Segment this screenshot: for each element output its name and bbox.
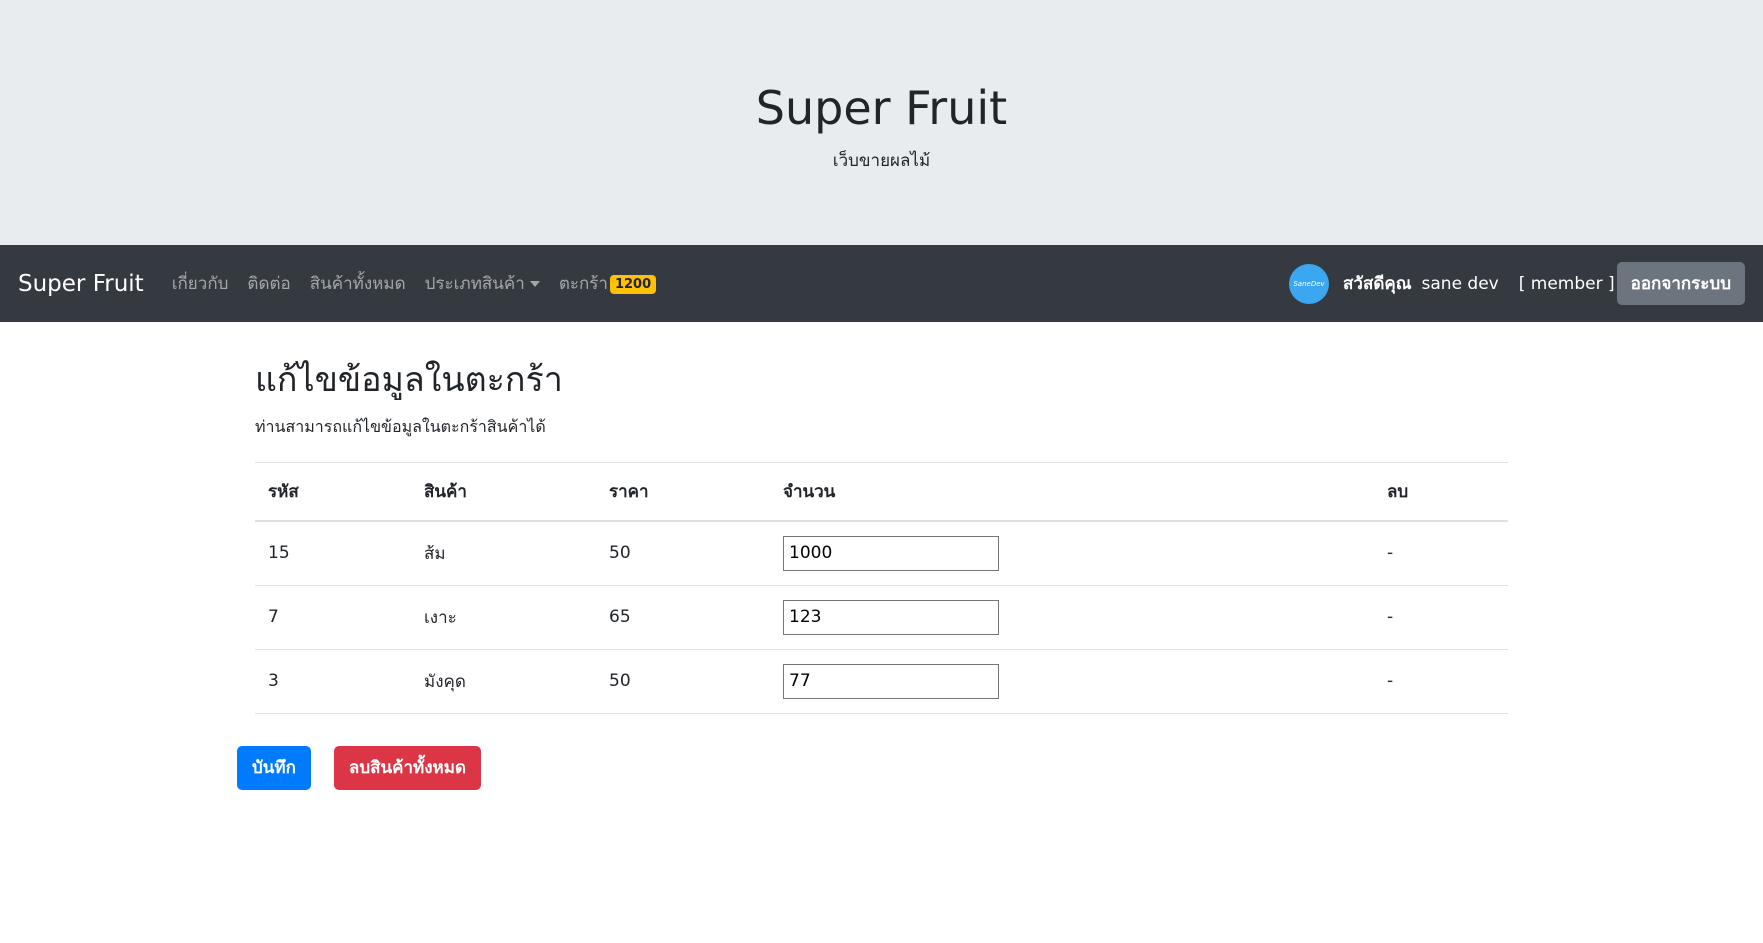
nav-dropdown-label: ประเภทสินค้า xyxy=(424,274,525,294)
nav-link-about[interactable]: เกี่ยวกับ xyxy=(172,270,229,297)
delete-link[interactable]: - xyxy=(1374,520,1508,586)
cell-product: เงาะ xyxy=(411,585,596,650)
column-header-quantity: จำนวน xyxy=(770,461,1374,522)
page-description: ท่านสามารถแก้ไขข้อมูลในตะกร้าสินค้าได้ xyxy=(255,416,546,436)
navbar: Super Fruit เกี่ยวกับ ติดต่อ สินค้าทั้งห… xyxy=(0,245,1763,322)
quantity-input[interactable] xyxy=(783,663,999,699)
save-button[interactable]: บันทึก xyxy=(237,745,311,790)
nav-link-all-products[interactable]: สินค้าทั้งหมด xyxy=(310,270,406,297)
nav-dropdown-categories[interactable]: ประเภทสินค้า xyxy=(425,270,540,297)
greeting: สวัสดีคุณ xyxy=(1343,274,1412,294)
cell-price: 50 xyxy=(596,649,770,714)
table-row: 7 เงาะ 65 - xyxy=(255,585,1508,650)
cell-id: 3 xyxy=(255,649,411,714)
site-subtitle: เว็บขายผลไม้ xyxy=(832,151,931,172)
cart-label: ตะกร้า xyxy=(558,274,608,294)
cell-product: ส้ม xyxy=(411,520,596,586)
delete-link[interactable]: - xyxy=(1374,585,1508,650)
cart-table: รหัส สินค้า ราคา จำนวน ลบ 15 ส้ม 50 - 7 … xyxy=(255,461,1508,714)
site-title: Super Fruit xyxy=(755,80,1008,135)
user-area: SaneDev สวัสดีคุณ sane dev [ member ] ออ… xyxy=(1289,245,1745,322)
quantity-input[interactable] xyxy=(783,599,999,635)
column-header-delete: ลบ xyxy=(1374,461,1508,522)
avatar: SaneDev xyxy=(1289,263,1330,304)
quantity-input[interactable] xyxy=(783,535,999,571)
table-header-row: รหัส สินค้า ราคา จำนวน ลบ xyxy=(255,461,1508,522)
main-content: แก้ไขข้อมูลในตะกร้า ท่านสามารถแก้ไขข้อมู… xyxy=(237,322,1542,790)
nav-link-contact[interactable]: ติดต่อ xyxy=(247,270,290,297)
username: sane dev xyxy=(1421,273,1499,294)
cell-price: 50 xyxy=(596,520,770,586)
navbar-brand[interactable]: Super Fruit xyxy=(18,271,144,297)
user-role: [ member ] xyxy=(1518,273,1615,294)
table-row: 3 มังคุด 50 - xyxy=(255,649,1508,714)
avatar-logo-text: SaneDev xyxy=(1293,279,1325,288)
delete-link[interactable]: - xyxy=(1374,649,1508,714)
page-title: แก้ไขข้อมูลในตะกร้า xyxy=(255,360,563,400)
cell-quantity xyxy=(770,585,1374,650)
cell-product: มังคุด xyxy=(411,649,596,714)
clear-cart-button[interactable]: ลบสินค้าทั้งหมด xyxy=(333,745,482,790)
cell-id: 7 xyxy=(255,585,411,650)
cell-id: 15 xyxy=(255,520,411,586)
nav-links: เกี่ยวกับ ติดต่อ สินค้าทั้งหมด ประเภทสิน… xyxy=(172,270,657,297)
cart-count-badge: 1200 xyxy=(609,274,657,294)
caret-down-icon xyxy=(529,281,540,287)
column-header-product: สินค้า xyxy=(411,461,596,522)
action-buttons: บันทึก ลบสินค้าทั้งหมด xyxy=(237,745,1542,790)
table-row: 15 ส้ม 50 - xyxy=(255,520,1508,586)
column-header-id: รหัส xyxy=(255,461,411,522)
cell-price: 65 xyxy=(596,585,770,650)
cell-quantity xyxy=(770,649,1374,714)
nav-link-cart[interactable]: ตะกร้า 1200 xyxy=(558,270,657,297)
logout-button[interactable]: ออกจากระบบ xyxy=(1616,262,1745,305)
column-header-price: ราคา xyxy=(596,461,770,522)
cell-quantity xyxy=(770,520,1374,586)
jumbotron: Super Fruit เว็บขายผลไม้ xyxy=(0,0,1763,245)
